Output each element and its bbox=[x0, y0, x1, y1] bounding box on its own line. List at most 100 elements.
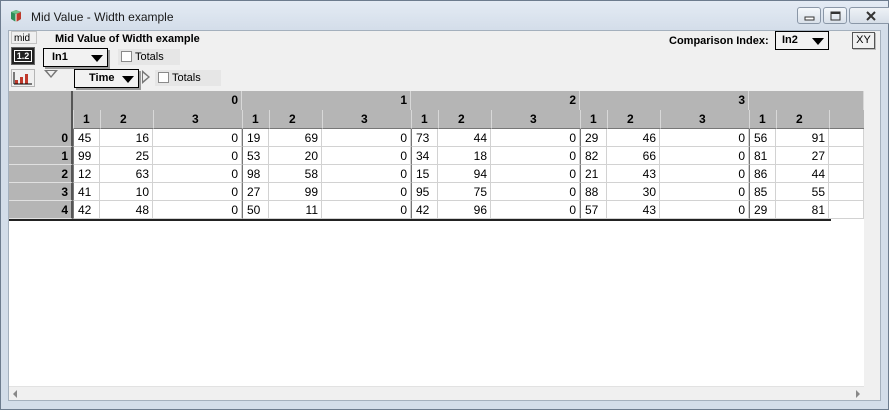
table-cell: 0 bbox=[660, 129, 749, 147]
table-cell: 21 bbox=[580, 165, 607, 183]
close-button[interactable] bbox=[849, 7, 889, 24]
graph-view-button[interactable] bbox=[11, 69, 35, 87]
scroll-right-icon[interactable] bbox=[856, 390, 860, 398]
row-index-dropdown[interactable]: In1 bbox=[43, 48, 108, 67]
table-cell: 98 bbox=[242, 165, 269, 183]
maximize-icon bbox=[830, 11, 841, 21]
table-cell: 15 bbox=[411, 165, 438, 183]
totals-checkbox-columns[interactable] bbox=[158, 72, 169, 83]
table-cell: 0 bbox=[322, 165, 411, 183]
table-cell: 44 bbox=[776, 165, 829, 183]
column-subheader: 1 bbox=[411, 110, 438, 129]
column-index-dropdown[interactable]: Time bbox=[74, 69, 139, 88]
table-cell: 34 bbox=[411, 147, 438, 165]
row-header: 0 bbox=[9, 129, 73, 147]
column-group-header: 3 bbox=[580, 91, 749, 110]
table-cell: 25 bbox=[100, 147, 153, 165]
table-cell-empty bbox=[829, 201, 864, 219]
minimize-icon bbox=[804, 16, 815, 21]
table-cell: 0 bbox=[153, 165, 242, 183]
row-header: 1 bbox=[9, 147, 73, 165]
title-bar[interactable]: Mid Value - Width example bbox=[1, 1, 889, 31]
totals-checkbox-rows[interactable] bbox=[121, 51, 132, 62]
scroll-left-icon[interactable] bbox=[13, 390, 17, 398]
mid-menu-button[interactable]: mid bbox=[11, 31, 37, 53]
minimize-button[interactable] bbox=[797, 7, 821, 24]
table-cell: 44 bbox=[438, 129, 491, 147]
column-index-value: Time bbox=[89, 72, 115, 84]
close-icon bbox=[866, 11, 876, 21]
column-subheader: 2 bbox=[607, 110, 660, 129]
table-cell: 96 bbox=[438, 201, 491, 219]
table-cell-empty bbox=[829, 147, 864, 165]
table-cell: 0 bbox=[491, 201, 580, 219]
grid-bottom-border bbox=[9, 219, 831, 221]
table-cell: 48 bbox=[100, 201, 153, 219]
totals-label-columns: Totals bbox=[172, 72, 201, 84]
table-cell: 0 bbox=[153, 147, 242, 165]
table-cell: 43 bbox=[607, 165, 660, 183]
column-subheader: 1 bbox=[580, 110, 607, 129]
column-subheader: 3 bbox=[153, 110, 242, 129]
table-cell: 63 bbox=[100, 165, 153, 183]
table-cell: 99 bbox=[269, 183, 322, 201]
table-cell: 12 bbox=[73, 165, 100, 183]
table-cell: 0 bbox=[153, 129, 242, 147]
collapse-triangle-inner bbox=[47, 71, 55, 76]
dropdown-arrow-icon bbox=[91, 55, 103, 62]
row-header: 4 bbox=[9, 201, 73, 219]
window-title: Mid Value - Width example bbox=[31, 10, 174, 24]
table-cell: 0 bbox=[322, 201, 411, 219]
column-subheader: 2 bbox=[100, 110, 153, 129]
table-cell: 57 bbox=[580, 201, 607, 219]
table-cell: 0 bbox=[491, 165, 580, 183]
table-cell-empty bbox=[829, 129, 864, 147]
column-subheader: 3 bbox=[491, 110, 580, 129]
table-cell: 0 bbox=[153, 183, 242, 201]
column-subheader: 2 bbox=[269, 110, 322, 129]
column-subheader: 3 bbox=[660, 110, 749, 129]
table-cell: 0 bbox=[491, 129, 580, 147]
table-cell: 0 bbox=[491, 147, 580, 165]
table-cell: 0 bbox=[322, 183, 411, 201]
column-subheader: 1 bbox=[749, 110, 776, 129]
table-title: Mid Value of Width example bbox=[55, 33, 200, 45]
table-cell: 11 bbox=[269, 201, 322, 219]
table-cell: 99 bbox=[73, 147, 100, 165]
table-cell: 0 bbox=[153, 201, 242, 219]
client-area: mid 1.2 Mid Value of Width example In1 T… bbox=[8, 30, 881, 401]
table-view-icon: 1.2 bbox=[14, 50, 32, 62]
column-subheader: 1 bbox=[242, 110, 269, 129]
comparison-index-dropdown[interactable]: In2 bbox=[775, 31, 829, 50]
table-cell: 69 bbox=[269, 129, 322, 147]
bar-chart-icon bbox=[13, 72, 32, 85]
table-cell: 56 bbox=[749, 129, 776, 147]
table-cell: 0 bbox=[491, 183, 580, 201]
vertical-scrollbar[interactable] bbox=[864, 91, 880, 386]
maximize-button[interactable] bbox=[823, 7, 847, 24]
table-cell: 66 bbox=[607, 147, 660, 165]
table-cell: 18 bbox=[438, 147, 491, 165]
table-cell: 42 bbox=[411, 201, 438, 219]
data-grid: 0123123123123123123045160196907344029460… bbox=[9, 91, 880, 386]
xy-button[interactable]: XY bbox=[852, 32, 875, 49]
table-cell: 75 bbox=[438, 183, 491, 201]
row-index-value: In1 bbox=[52, 51, 68, 63]
column-subheader: 1 bbox=[73, 110, 100, 129]
row-header: 3 bbox=[9, 183, 73, 201]
table-cell: 53 bbox=[242, 147, 269, 165]
app-icon bbox=[11, 10, 21, 22]
expand-triangle-inner bbox=[143, 73, 148, 81]
horizontal-scrollbar[interactable] bbox=[9, 386, 864, 400]
table-cell: 43 bbox=[607, 201, 660, 219]
table-cell: 81 bbox=[776, 201, 829, 219]
column-subheader: 2 bbox=[438, 110, 491, 129]
table-cell: 0 bbox=[660, 183, 749, 201]
table-cell: 10 bbox=[100, 183, 153, 201]
dropdown-arrow-icon bbox=[812, 38, 824, 45]
table-cell: 50 bbox=[242, 201, 269, 219]
table-view-button[interactable]: 1.2 bbox=[11, 47, 35, 65]
table-cell: 0 bbox=[322, 129, 411, 147]
table-cell: 0 bbox=[660, 147, 749, 165]
table-cell: 0 bbox=[660, 165, 749, 183]
